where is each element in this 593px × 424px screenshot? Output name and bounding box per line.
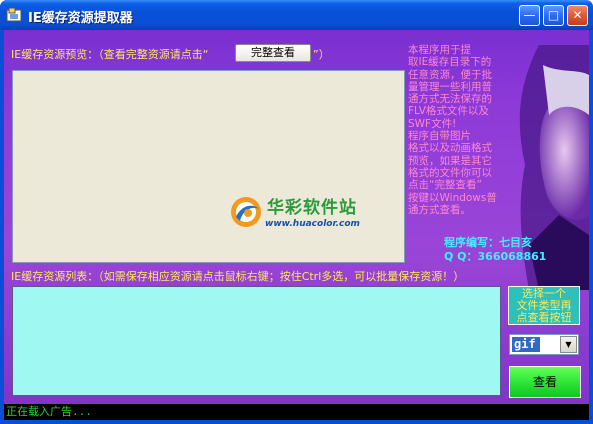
- logo-name: 华彩软件站: [267, 198, 357, 218]
- list-label: IE缓存资源列表：（如需保存相应资源请点击鼠标右键；按住Ctrl多选，可以批量保…: [11, 270, 465, 283]
- desc-line: 点击“完整查看”: [408, 179, 482, 192]
- file-type-select[interactable]: gif ▼: [509, 334, 579, 355]
- desc-line: 任意资源，便于批: [408, 68, 492, 81]
- app-icon: [6, 7, 22, 22]
- desc-line: FLV格式文件以及: [408, 105, 489, 118]
- title-bar[interactable]: IE缓存资源提取器 — □ ✕: [0, 0, 593, 30]
- minimize-button[interactable]: —: [519, 5, 540, 26]
- close-button[interactable]: ✕: [567, 5, 588, 26]
- desc-line: 预览，如果是其它: [408, 154, 492, 167]
- desc-line: 按键以Windows普: [408, 191, 497, 204]
- status-bar: 正在载入广告...: [4, 404, 589, 420]
- app-window: IE缓存资源提取器 — □ ✕ IE缓存资源预览：（查看完整资源请点击“ 完整查…: [0, 0, 593, 424]
- program-description: 本程序用于提 取IE缓存目录下的 任意资源，便于批 量管理一些利用普 通方式无法…: [408, 44, 512, 216]
- huacolor-logo-icon: [231, 197, 261, 227]
- desc-line: 程序自带图片: [408, 130, 471, 143]
- author-info: 程序编写：七目亥 Q Q：366068861: [444, 236, 546, 264]
- view-button[interactable]: 查看: [509, 366, 581, 398]
- chevron-down-icon[interactable]: ▼: [560, 336, 577, 353]
- desc-line: SWF文件!: [408, 117, 457, 130]
- file-type-value: gif: [512, 337, 540, 352]
- desc-line: 通方式无法保存的: [408, 93, 492, 106]
- resource-list[interactable]: [12, 286, 501, 396]
- desc-line: 格式的文件你可以: [408, 166, 492, 179]
- author-qq: Q Q：366068861: [444, 250, 547, 263]
- author-name: 程序编写：七目亥: [444, 236, 532, 249]
- full-view-button[interactable]: 完整查看: [235, 44, 311, 62]
- desc-line: 通方式查看。: [408, 203, 471, 216]
- huacolor-logo: 华彩软件站 www.huacolor.com: [229, 191, 379, 235]
- file-type-hint: 选择一个 文件类型再 点查看按钮: [508, 286, 580, 325]
- desc-line: 量管理一些利用普: [408, 80, 492, 93]
- hint-line: 点查看按钮: [516, 311, 572, 324]
- maximize-button[interactable]: □: [543, 5, 564, 26]
- desc-line: 本程序用于提: [408, 44, 471, 56]
- preview-label-prefix: IE缓存资源预览：（查看完整资源请点击“: [11, 48, 209, 61]
- desc-line: 取IE缓存目录下的: [408, 56, 492, 69]
- preview-panel[interactable]: 华彩软件站 www.huacolor.com: [12, 70, 405, 263]
- window-title: IE缓存资源提取器: [28, 11, 133, 26]
- client-area: IE缓存资源预览：（查看完整资源请点击“ 完整查看 ”） 华彩软件站 www.h…: [4, 30, 589, 420]
- preview-label-suffix: ”）: [313, 48, 330, 61]
- logo-url: www.huacolor.com: [265, 219, 360, 229]
- desc-line: 格式以及动画格式: [408, 142, 492, 155]
